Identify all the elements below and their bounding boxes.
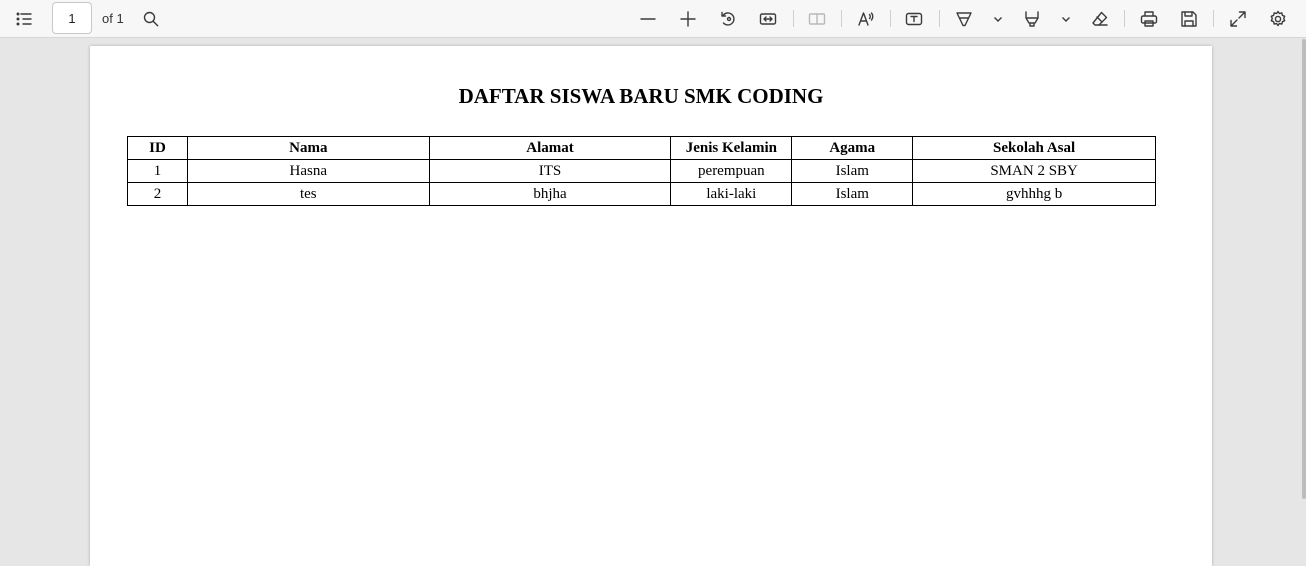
read-aloud-icon[interactable]	[852, 5, 880, 33]
header-jenis-kelamin: Jenis Kelamin	[670, 136, 793, 160]
pdf-page: DAFTAR SISWA BARU SMK CODING ID Nama Ala…	[90, 46, 1212, 566]
table-row: 1 Hasna ITS perempuan Islam SMAN 2 SBY	[127, 159, 1156, 183]
cell-id: 2	[127, 182, 188, 206]
students-table: ID Nama Alamat Jenis Kelamin Agama Sekol…	[127, 136, 1156, 206]
eraser-icon[interactable]	[1086, 5, 1114, 33]
header-agama: Agama	[791, 136, 914, 160]
header-nama: Nama	[186, 136, 430, 160]
zoom-out-icon[interactable]	[634, 5, 662, 33]
contents-icon[interactable]	[10, 5, 38, 33]
document-title: DAFTAR SISWA BARU SMK CODING	[458, 84, 824, 108]
draw-icon[interactable]	[950, 5, 978, 33]
toolbar-separator	[793, 10, 794, 27]
toolbar-separator	[1124, 10, 1125, 27]
text-box-icon[interactable]	[900, 5, 928, 33]
cell-agama: Islam	[791, 159, 914, 183]
highlight-icon[interactable]	[1018, 5, 1046, 33]
chevron-down-icon[interactable]	[988, 9, 1008, 29]
cell-jenis-kelamin: perempuan	[670, 159, 793, 183]
cell-sekolah-asal: SMAN 2 SBY	[912, 159, 1156, 183]
table-header-row: ID Nama Alamat Jenis Kelamin Agama Sekol…	[127, 136, 1156, 160]
toolbar-separator	[890, 10, 891, 27]
fullscreen-icon[interactable]	[1224, 5, 1252, 33]
rotate-icon[interactable]	[714, 5, 742, 33]
pdf-toolbar: of 1	[0, 0, 1306, 38]
page-count-label: of 1	[102, 11, 124, 26]
header-sekolah-asal: Sekolah Asal	[912, 136, 1156, 160]
cell-alamat: ITS	[428, 159, 672, 183]
page-view-icon	[803, 5, 831, 33]
chevron-down-icon[interactable]	[1056, 9, 1076, 29]
cell-sekolah-asal: gvhhhg b	[912, 182, 1156, 206]
toolbar-separator	[939, 10, 940, 27]
cell-alamat: bhjha	[428, 182, 672, 206]
toolbar-separator	[841, 10, 842, 27]
vertical-scrollbar[interactable]	[1302, 39, 1306, 499]
table-row: 2 tes bhjha laki-laki Islam gvhhhg b	[127, 182, 1156, 206]
header-id: ID	[127, 136, 188, 160]
cell-agama: Islam	[791, 182, 914, 206]
cell-nama: tes	[186, 182, 430, 206]
fit-width-icon[interactable]	[754, 5, 782, 33]
page-number-input[interactable]	[52, 2, 92, 34]
save-icon[interactable]	[1175, 5, 1203, 33]
zoom-in-icon[interactable]	[674, 5, 702, 33]
header-alamat: Alamat	[428, 136, 672, 160]
search-icon[interactable]	[137, 5, 165, 33]
toolbar-separator	[1213, 10, 1214, 27]
cell-jenis-kelamin: laki-laki	[670, 182, 793, 206]
print-icon[interactable]	[1135, 5, 1163, 33]
settings-icon[interactable]	[1264, 5, 1292, 33]
cell-id: 1	[127, 159, 188, 183]
cell-nama: Hasna	[186, 159, 430, 183]
